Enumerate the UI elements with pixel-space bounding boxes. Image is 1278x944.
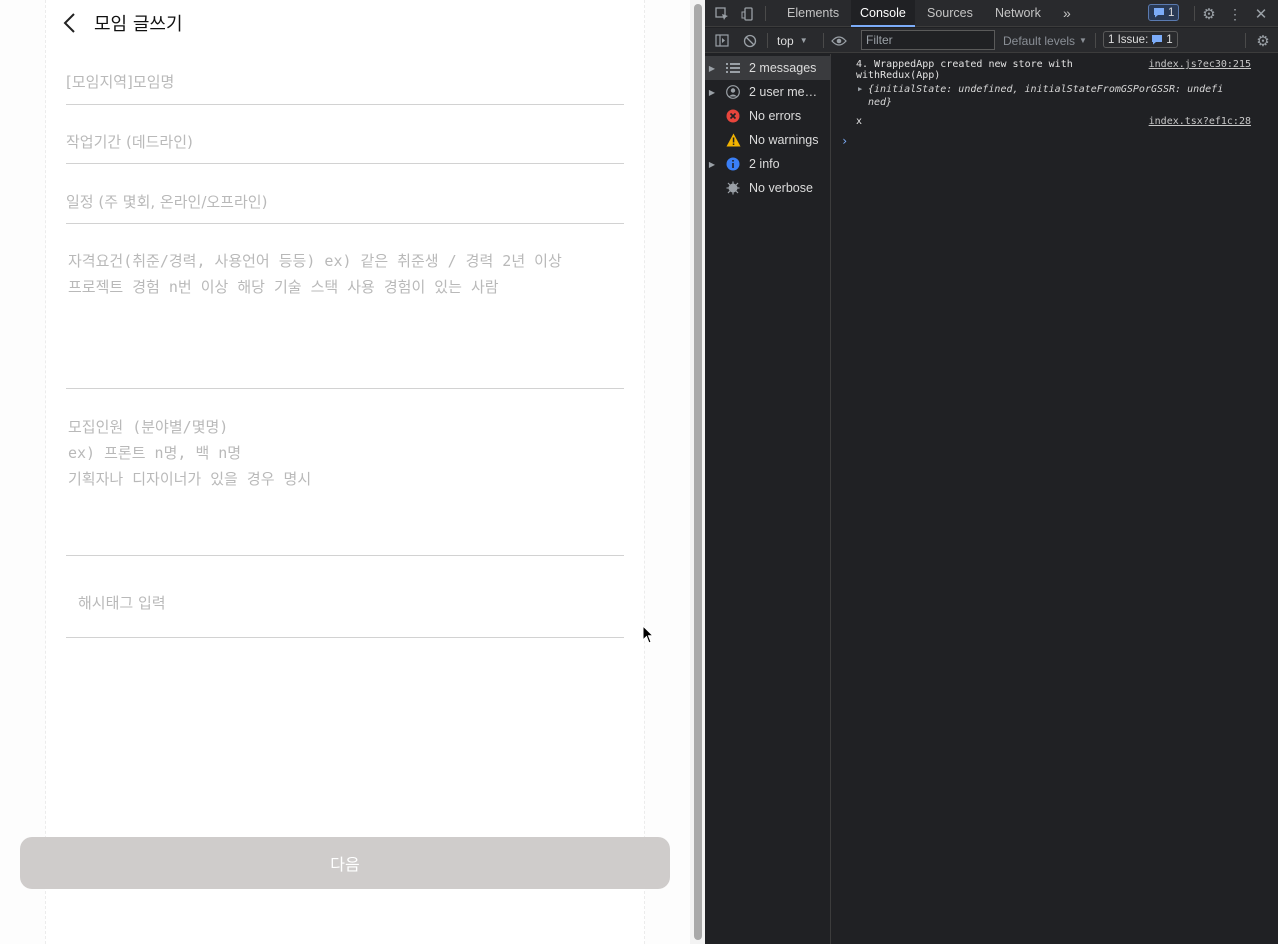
issues-count: 1	[1166, 33, 1173, 46]
issues-badge-count: 1	[1168, 6, 1175, 19]
message-text-line1: 4. WrappedApp created new store with	[856, 59, 1073, 70]
sidebar-item-label: 2 messages	[749, 61, 817, 75]
message-source-link[interactable]: index.tsx?ef1c:28	[1149, 116, 1251, 127]
toolbar-divider	[1194, 6, 1195, 21]
page: 모임 글쓰기 다음	[0, 0, 690, 944]
expand-triangle-icon: ▶	[708, 159, 716, 169]
title-input[interactable]	[66, 62, 624, 102]
sidebar-item-label: 2 info	[749, 157, 780, 171]
message-source-link[interactable]: index.js?ec30:215	[1149, 59, 1251, 70]
toolbar-divider	[1245, 33, 1246, 48]
expand-triangle-icon: ▶	[708, 87, 716, 97]
mouse-cursor-icon	[642, 625, 655, 644]
message-icon	[1154, 8, 1164, 18]
list-icon	[725, 60, 741, 76]
console-message: 4. WrappedApp created new store with wit…	[856, 59, 1073, 81]
console-filter-input[interactable]	[861, 30, 995, 50]
sidebar-item-label: No warnings	[749, 133, 819, 147]
toolbar-divider	[1095, 33, 1096, 48]
expand-triangle-icon: ▶	[708, 63, 716, 73]
recruit-field	[66, 414, 624, 556]
error-icon	[725, 108, 741, 124]
requirements-textarea[interactable]	[66, 248, 624, 386]
sidebar-item-user-messages[interactable]: ▶ 2 user mes…	[705, 80, 831, 104]
live-expression-eye-icon[interactable]	[829, 32, 849, 49]
kebab-menu-icon[interactable]: ⋮	[1227, 4, 1243, 24]
sidebar-item-label: 2 user mes…	[749, 85, 823, 99]
expand-triangle-icon: ▶	[858, 85, 863, 93]
warning-icon	[725, 132, 741, 148]
message-icon	[1152, 35, 1163, 45]
sidebar-item-info[interactable]: ▶ 2 info	[705, 152, 831, 176]
hashtag-input[interactable]	[66, 582, 624, 624]
next-button[interactable]: 다음	[20, 837, 670, 889]
object-preview-line1: {initialState: undefined, initialStateFr…	[868, 84, 1224, 95]
log-levels-dropdown[interactable]: Default levels ▼	[1003, 32, 1087, 49]
chevron-left-icon	[63, 13, 75, 33]
inspect-element-icon[interactable]	[713, 5, 731, 23]
info-icon	[725, 156, 741, 172]
period-field	[66, 122, 624, 164]
sidebar-item-verbose[interactable]: No verbose	[705, 176, 831, 200]
object-preview-line2: ned}	[868, 97, 893, 108]
page-scrollbar-thumb[interactable]	[694, 4, 702, 940]
dropdown-arrow-icon: ▼	[799, 36, 808, 45]
bug-icon	[725, 180, 741, 196]
tab-sources[interactable]: Sources	[919, 0, 981, 27]
recruit-textarea[interactable]	[66, 414, 624, 553]
more-tabs-button[interactable]: »	[1061, 0, 1073, 27]
title-field	[66, 62, 624, 105]
page-title: 모임 글쓰기	[94, 14, 183, 35]
clear-console-icon[interactable]	[741, 32, 759, 49]
hashtag-field	[66, 582, 624, 638]
toolbar-divider	[823, 33, 824, 48]
schedule-input[interactable]	[66, 182, 624, 222]
sidebar-item-messages[interactable]: ▶ 2 messages	[705, 56, 831, 80]
sidebar-item-errors[interactable]: No errors	[705, 104, 831, 128]
toolbar-divider	[767, 33, 768, 48]
period-input[interactable]	[66, 122, 624, 162]
close-devtools-icon[interactable]: ✕	[1251, 4, 1271, 24]
console-output: 4. WrappedApp created new store with wit…	[832, 54, 1278, 944]
sidebar-item-label: No verbose	[749, 181, 813, 195]
devtools-panel: Elements Console Sources Network » 1 ⚙ ⋮…	[705, 0, 1278, 944]
sidebar-item-warnings[interactable]: No warnings	[705, 128, 831, 152]
sidebar-item-label: No errors	[749, 109, 802, 123]
console-message: x	[856, 116, 863, 127]
context-selector-label: top	[777, 33, 794, 48]
schedule-field	[66, 182, 624, 224]
console-settings-gear-icon[interactable]: ⚙	[1253, 31, 1273, 50]
tab-elements[interactable]: Elements	[779, 0, 847, 27]
requirements-field	[66, 248, 624, 389]
device-toolbar-icon[interactable]	[739, 5, 757, 23]
devtools-toolbar: Elements Console Sources Network » 1 ⚙ ⋮…	[705, 0, 1278, 27]
settings-gear-icon[interactable]: ⚙	[1199, 4, 1219, 24]
dropdown-arrow-icon: ▼	[1079, 36, 1087, 45]
tab-network[interactable]: Network	[987, 0, 1049, 27]
sidebar-toggle-icon[interactable]	[713, 32, 731, 49]
issues-label: 1 Issue:	[1108, 33, 1149, 46]
page-header: 모임 글쓰기	[62, 8, 183, 38]
console-toolbar: top ▼ Default levels ▼ 1 Issue: 1 ⚙	[705, 28, 1278, 53]
back-button[interactable]	[62, 9, 84, 37]
user-icon	[725, 84, 741, 100]
issues-counter-button[interactable]: 1 Issue: 1	[1103, 31, 1178, 48]
issues-badge[interactable]: 1	[1148, 4, 1180, 21]
console-sidebar: ▶ 2 messages ▶ 2 user mes… No errors No …	[705, 54, 831, 944]
console-prompt-chevron[interactable]: ›	[841, 134, 848, 148]
log-levels-label: Default levels	[1003, 33, 1076, 48]
message-text-line2: withRedux(App)	[856, 70, 941, 81]
context-selector[interactable]: top ▼	[777, 32, 808, 49]
tab-console[interactable]: Console	[851, 0, 915, 27]
toolbar-divider	[765, 6, 766, 21]
